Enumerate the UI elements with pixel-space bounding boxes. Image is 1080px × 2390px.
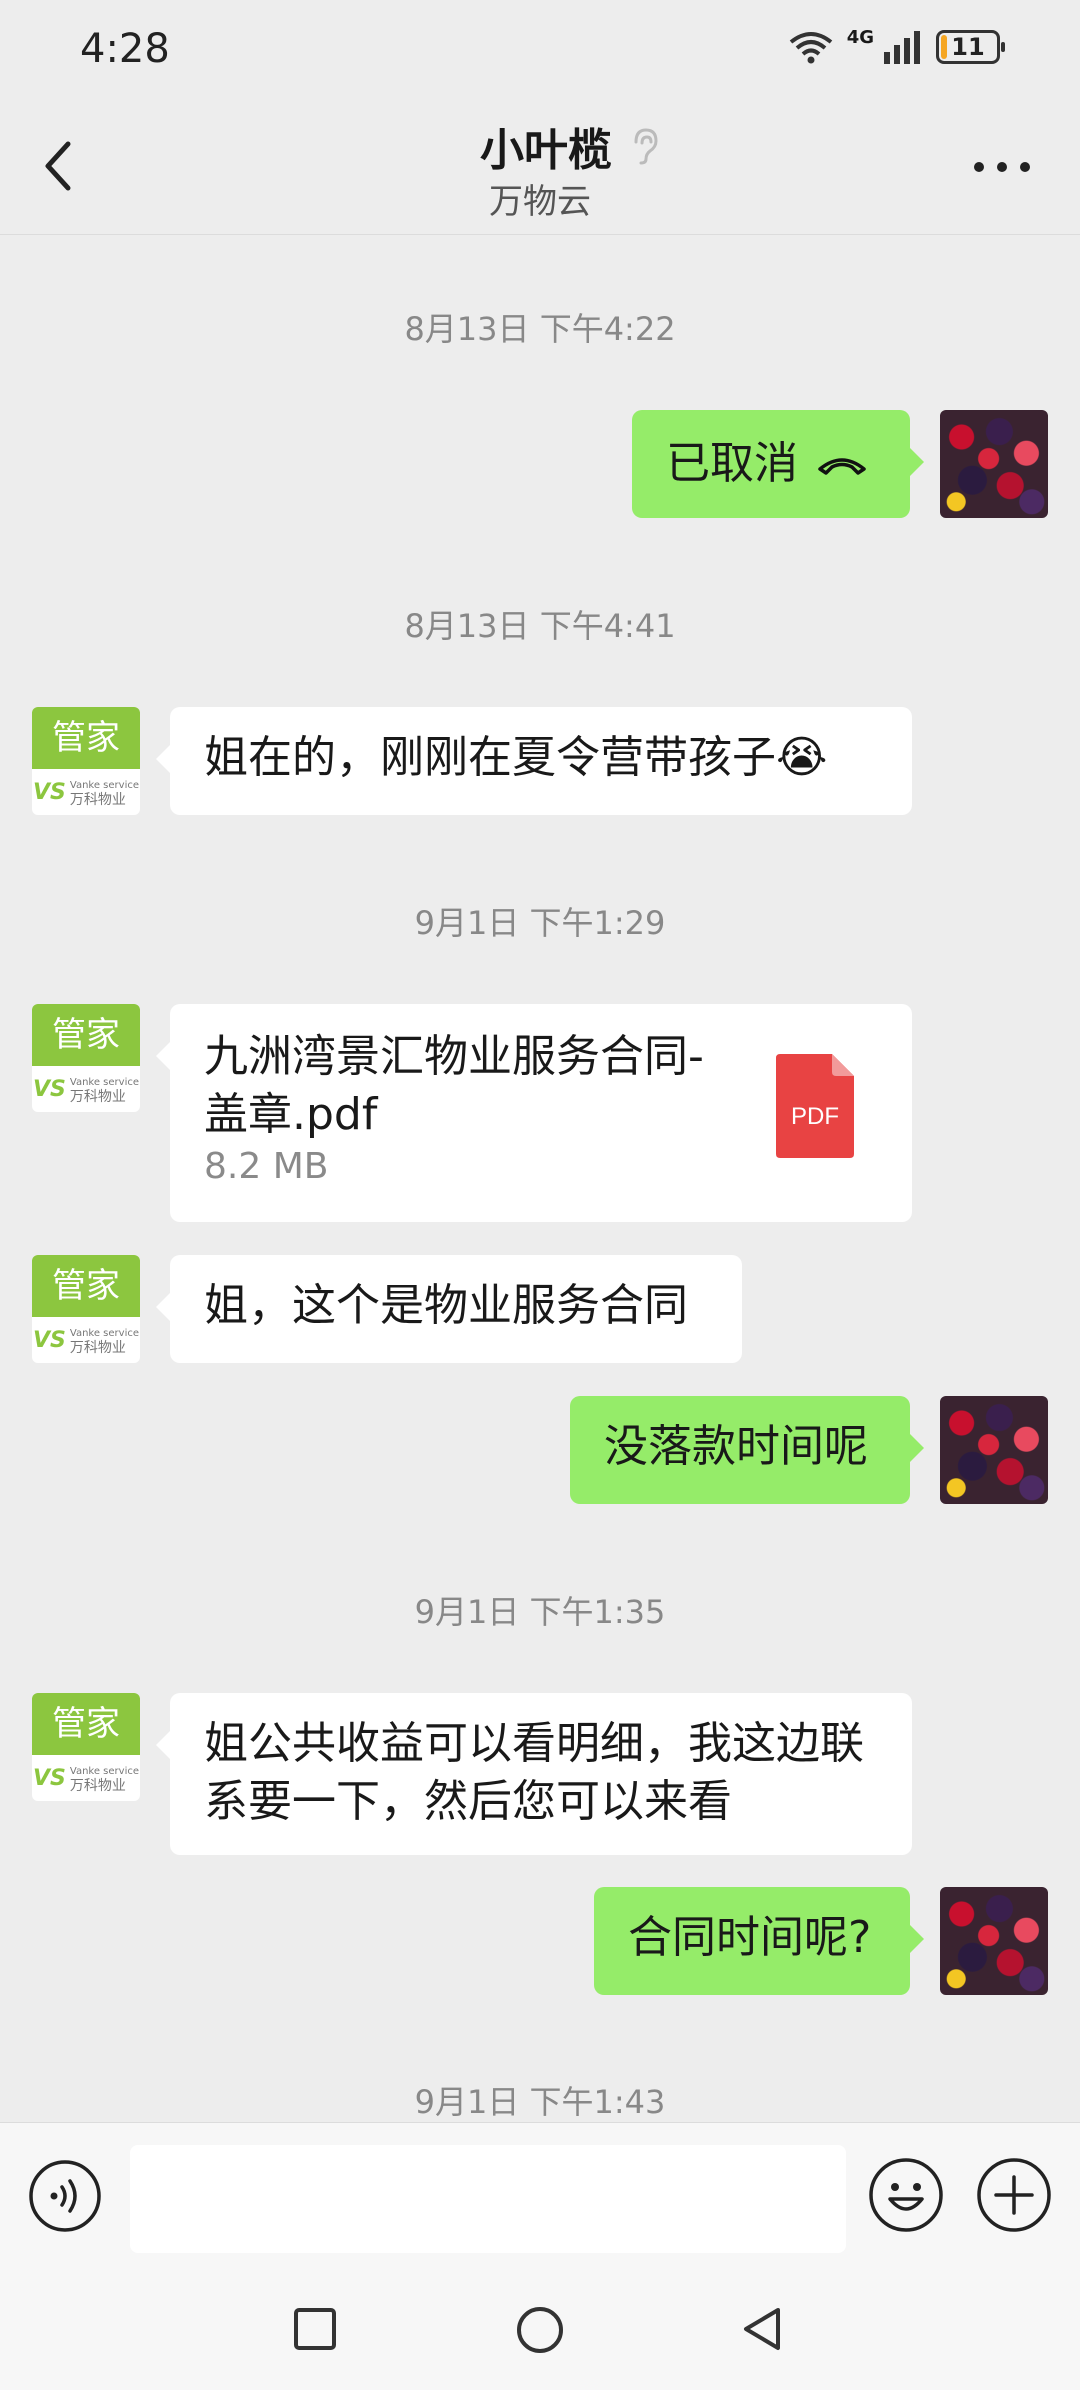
ear-icon [634, 128, 658, 165]
message-bubble-sent[interactable]: 没落款时间呢 [570, 1396, 924, 1504]
my-avatar[interactable] [940, 410, 1048, 518]
vanke-logo: VS Vanke service 万科物业 [32, 1066, 140, 1112]
vanke-logo: VS Vanke service 万科物业 [32, 1755, 140, 1801]
chat-header: 小叶榄 万物云 [0, 100, 1080, 235]
more-dots-icon[interactable] [972, 160, 1032, 174]
logo-small: Vanke service [69, 1076, 139, 1088]
logo-text: Vanke service 万科物业 [70, 1763, 139, 1794]
logo-name: 万科物业 [69, 1339, 126, 1356]
message-timestamp: 9月1日 下午1:29 [414, 904, 666, 942]
logo-small: Vanke service [69, 1327, 139, 1339]
pdf-label: PDF [791, 1103, 839, 1130]
avatar-label: 管家 [32, 1004, 140, 1066]
message-input[interactable] [130, 2145, 846, 2253]
avatar-label: 管家 [32, 1693, 140, 1755]
message-timestamp: 9月1日 下午1:35 [414, 1593, 666, 1631]
message-text: 已取消 [666, 438, 798, 489]
message-text: 合同时间呢? [628, 1912, 872, 1963]
battery-icon: 11 [936, 30, 1005, 64]
chat-title: 小叶榄 [480, 125, 612, 176]
circle-icon[interactable] [514, 2304, 566, 2356]
logo-name: 万科物业 [69, 1777, 126, 1794]
chat-messages[interactable]: 8月13日 下午4:22 已取消 8月13日 下午4:41 管家 VS Vank… [0, 236, 1080, 2120]
logo-small: Vanke service [69, 779, 139, 791]
message-timestamp: 8月13日 下午4:41 [404, 607, 676, 645]
message-bubble-sent[interactable]: 已取消 [632, 410, 924, 518]
logo-small: Vanke service [69, 1765, 139, 1777]
square-icon[interactable] [290, 2304, 340, 2354]
status-bar: 4:28 4G 11 [0, 0, 1080, 100]
message-bubble-received[interactable]: 姐在的，刚刚在夏令营带孩子😭 [156, 707, 912, 815]
message-timestamp: 8月13日 下午4:22 [404, 310, 676, 348]
logo-mark: VS [33, 1765, 66, 1791]
battery-level: 11 [951, 33, 985, 61]
logo-name: 万科物业 [69, 1088, 126, 1105]
hangup-phone-icon [818, 458, 866, 475]
message-text: 姐，这个是物业服务合同 [204, 1280, 688, 1331]
logo-text: Vanke service 万科物业 [70, 1325, 139, 1356]
message-text: 姐在的，刚刚在夏令营带孩子😭 [204, 732, 828, 783]
message-bubble-received[interactable]: 姐，这个是物业服务合同 [156, 1255, 742, 1363]
contact-avatar[interactable]: 管家 VS Vanke service 万科物业 [32, 1004, 140, 1112]
message-timestamp: 9月1日 下午1:43 [414, 2083, 666, 2120]
file-name: 九洲湾景汇物业服务合同-盖章.pdf [204, 1031, 704, 1140]
pdf-file-icon: PDF [776, 1054, 854, 1158]
status-time: 4:28 [80, 26, 170, 72]
system-navigation-bar [0, 2278, 1080, 2390]
logo-text: Vanke service 万科物业 [70, 777, 139, 808]
plus-icon[interactable] [976, 2157, 1052, 2233]
triangle-back-icon[interactable] [738, 2304, 788, 2354]
signal-icon [884, 31, 920, 64]
wifi-icon [789, 32, 832, 64]
my-avatar[interactable] [940, 1396, 1048, 1504]
chat-subtitle: 万物云 [489, 182, 591, 222]
message-text: 没落款时间呢 [604, 1421, 868, 1472]
vanke-logo: VS Vanke service 万科物业 [32, 1317, 140, 1363]
logo-mark: VS [33, 779, 66, 805]
avatar-label: 管家 [32, 1255, 140, 1317]
message-bubble-received[interactable]: 姐公共收益可以看明细，我这边联系要一下，然后您可以来看 [156, 1693, 912, 1855]
message-text: 姐公共收益可以看明细，我这边联系要一下，然后您可以来看 [204, 1718, 864, 1827]
vanke-logo: VS Vanke service 万科物业 [32, 769, 140, 815]
logo-mark: VS [33, 1076, 66, 1102]
my-avatar[interactable] [940, 1887, 1048, 1995]
logo-text: Vanke service 万科物业 [70, 1074, 139, 1105]
file-message-card[interactable]: 九洲湾景汇物业服务合同-盖章.pdf 8.2 MB PDF [156, 1004, 912, 1222]
network-label: 4G [846, 26, 874, 48]
contact-avatar[interactable]: 管家 VS Vanke service 万科物业 [32, 1255, 140, 1363]
message-bubble-sent[interactable]: 合同时间呢? [594, 1887, 924, 1995]
contact-avatar[interactable]: 管家 VS Vanke service 万科物业 [32, 707, 140, 815]
voice-icon[interactable] [28, 2159, 102, 2233]
emoji-icon[interactable] [868, 2157, 944, 2233]
logo-mark: VS [33, 1327, 66, 1353]
logo-name: 万科物业 [69, 791, 126, 808]
chat-title-row: 小叶榄 [0, 114, 1080, 178]
contact-avatar[interactable]: 管家 VS Vanke service 万科物业 [32, 1693, 140, 1801]
status-icons: 4G 11 [789, 26, 1005, 64]
input-bar [0, 2122, 1080, 2279]
avatar-label: 管家 [32, 707, 140, 769]
